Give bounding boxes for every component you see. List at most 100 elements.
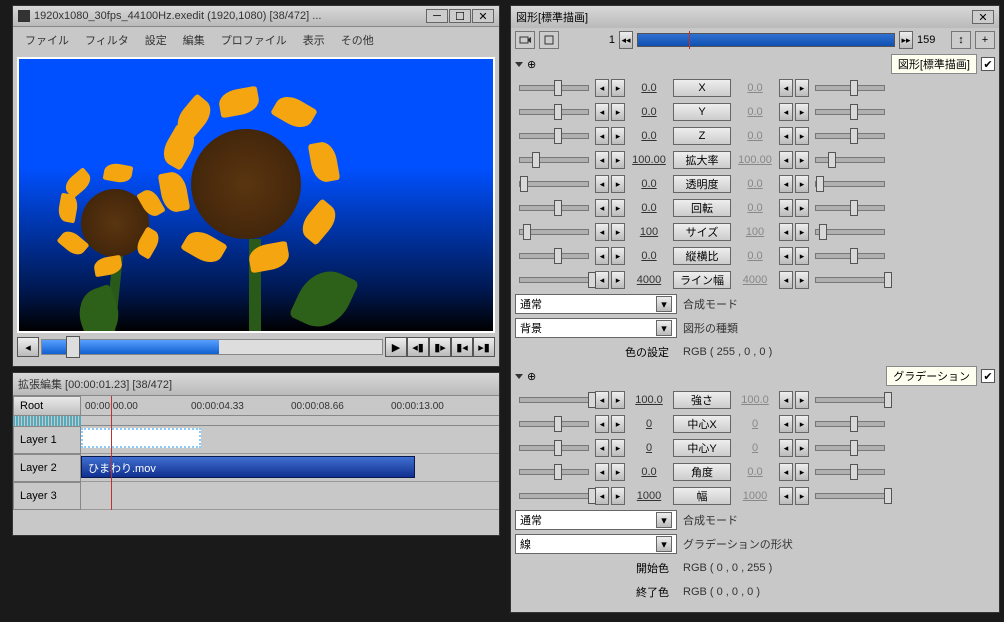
section-shape-checkbox[interactable]: ✔ <box>981 57 995 71</box>
value-right[interactable]: 0.0 <box>733 130 777 142</box>
root-button[interactable]: Root <box>13 396 81 416</box>
frame-next-button[interactable]: ▸▸ <box>899 31 913 49</box>
value-right[interactable]: 0.0 <box>733 82 777 94</box>
slider-right[interactable] <box>815 277 885 283</box>
inc-left-button[interactable]: ▸ <box>611 391 625 409</box>
dec-right-button[interactable]: ◂ <box>779 487 793 505</box>
slider-right[interactable] <box>815 229 885 235</box>
dec-left-button[interactable]: ◂ <box>595 79 609 97</box>
slider-right[interactable] <box>815 85 885 91</box>
dec-right-button[interactable]: ◂ <box>779 271 793 289</box>
dec-left-button[interactable]: ◂ <box>595 223 609 241</box>
camera-icon[interactable] <box>515 31 535 49</box>
value-left[interactable]: 0.0 <box>627 82 671 94</box>
slider-right[interactable] <box>815 205 885 211</box>
start-color-label[interactable]: 開始色 <box>515 560 677 576</box>
close-button[interactable]: ✕ <box>472 9 494 23</box>
inc-right-button[interactable]: ▸ <box>795 79 809 97</box>
seek-handle[interactable] <box>66 336 80 358</box>
goto-start-button[interactable]: ▮◂ <box>451 337 473 357</box>
value-left[interactable]: 0.0 <box>627 250 671 262</box>
move-up-icon[interactable]: ↕ <box>951 31 971 49</box>
inc-right-button[interactable]: ▸ <box>795 223 809 241</box>
slider-right[interactable] <box>815 133 885 139</box>
gradient-shape-select[interactable]: 線▾ <box>515 534 677 554</box>
dec-right-button[interactable]: ◂ <box>779 391 793 409</box>
value-left[interactable]: 100.00 <box>627 154 671 166</box>
param-label[interactable]: 回転 <box>673 199 731 217</box>
dec-left-button[interactable]: ◂ <box>595 415 609 433</box>
menu-other[interactable]: その他 <box>333 29 382 51</box>
value-left[interactable]: 0.0 <box>627 178 671 190</box>
slider-left[interactable] <box>519 133 589 139</box>
slider-left[interactable] <box>519 205 589 211</box>
maximize-button[interactable]: ☐ <box>449 9 471 23</box>
slider-right[interactable] <box>815 397 885 403</box>
param-label[interactable]: 幅 <box>673 487 731 505</box>
dec-left-button[interactable]: ◂ <box>595 103 609 121</box>
layer-header-1[interactable]: Layer 1 <box>13 426 81 454</box>
color-label[interactable]: 色の設定 <box>515 344 677 360</box>
object-icon[interactable] <box>539 31 559 49</box>
dec-left-button[interactable]: ◂ <box>595 439 609 457</box>
inc-right-button[interactable]: ▸ <box>795 463 809 481</box>
inc-left-button[interactable]: ▸ <box>611 175 625 193</box>
section-gradient-checkbox[interactable]: ✔ <box>981 369 995 383</box>
menu-edit[interactable]: 編集 <box>175 29 213 51</box>
dec-left-button[interactable]: ◂ <box>595 271 609 289</box>
frame-slider[interactable] <box>637 33 895 47</box>
dec-left-button[interactable]: ◂ <box>595 463 609 481</box>
value-left[interactable]: 100.0 <box>627 394 671 406</box>
value-right[interactable]: 100.00 <box>733 154 777 166</box>
play-button[interactable]: ▶ <box>385 337 407 357</box>
slider-right[interactable] <box>815 493 885 499</box>
inc-right-button[interactable]: ▸ <box>795 199 809 217</box>
value-left[interactable]: 4000 <box>627 274 671 286</box>
dec-right-button[interactable]: ◂ <box>779 223 793 241</box>
inc-right-button[interactable]: ▸ <box>795 151 809 169</box>
time-ruler[interactable]: 00:00:00.00 00:00:04.33 00:00:08.66 00:0… <box>81 396 499 416</box>
dec-right-button[interactable]: ◂ <box>779 127 793 145</box>
dec-right-button[interactable]: ◂ <box>779 103 793 121</box>
dec-left-button[interactable]: ◂ <box>595 199 609 217</box>
value-right[interactable]: 0.0 <box>733 466 777 478</box>
inc-left-button[interactable]: ▸ <box>611 127 625 145</box>
dec-right-button[interactable]: ◂ <box>779 79 793 97</box>
value-left[interactable]: 1000 <box>627 490 671 502</box>
dec-right-button[interactable]: ◂ <box>779 415 793 433</box>
end-color-label[interactable]: 終了色 <box>515 584 677 600</box>
step-fwd-button[interactable]: ▮▸ <box>429 337 451 357</box>
param-label[interactable]: Z <box>673 127 731 145</box>
goto-end-button[interactable]: ▸▮ <box>473 337 495 357</box>
menu-view[interactable]: 表示 <box>295 29 333 51</box>
value-left[interactable]: 0.0 <box>627 466 671 478</box>
value-left[interactable]: 0.0 <box>627 202 671 214</box>
value-right[interactable]: 0.0 <box>733 106 777 118</box>
track-1[interactable]: 背景(図形) <box>81 426 499 454</box>
blend-mode2-select[interactable]: 通常▾ <box>515 510 677 530</box>
frame-prev-button[interactable]: ◂◂ <box>619 31 633 49</box>
menu-profile[interactable]: プロファイル <box>213 29 295 51</box>
collapse-icon[interactable] <box>515 374 523 379</box>
inc-right-button[interactable]: ▸ <box>795 103 809 121</box>
prop-close-button[interactable]: ✕ <box>972 10 994 24</box>
value-right[interactable]: 0.0 <box>733 250 777 262</box>
blend-mode-select[interactable]: 通常▾ <box>515 294 677 314</box>
timeline-playhead[interactable] <box>111 396 112 510</box>
slider-right[interactable] <box>815 181 885 187</box>
slider-left[interactable] <box>519 253 589 259</box>
slider-left[interactable] <box>519 277 589 283</box>
inc-right-button[interactable]: ▸ <box>795 439 809 457</box>
value-left[interactable]: 0.0 <box>627 106 671 118</box>
value-right[interactable]: 100 <box>733 226 777 238</box>
inc-left-button[interactable]: ▸ <box>611 223 625 241</box>
param-label[interactable]: 中心Y <box>673 439 731 457</box>
dec-right-button[interactable]: ◂ <box>779 175 793 193</box>
param-label[interactable]: Y <box>673 103 731 121</box>
dec-left-button[interactable]: ◂ <box>595 127 609 145</box>
value-right[interactable]: 0 <box>733 442 777 454</box>
dec-right-button[interactable]: ◂ <box>779 463 793 481</box>
slider-right[interactable] <box>815 469 885 475</box>
dec-left-button[interactable]: ◂ <box>595 151 609 169</box>
dec-right-button[interactable]: ◂ <box>779 247 793 265</box>
